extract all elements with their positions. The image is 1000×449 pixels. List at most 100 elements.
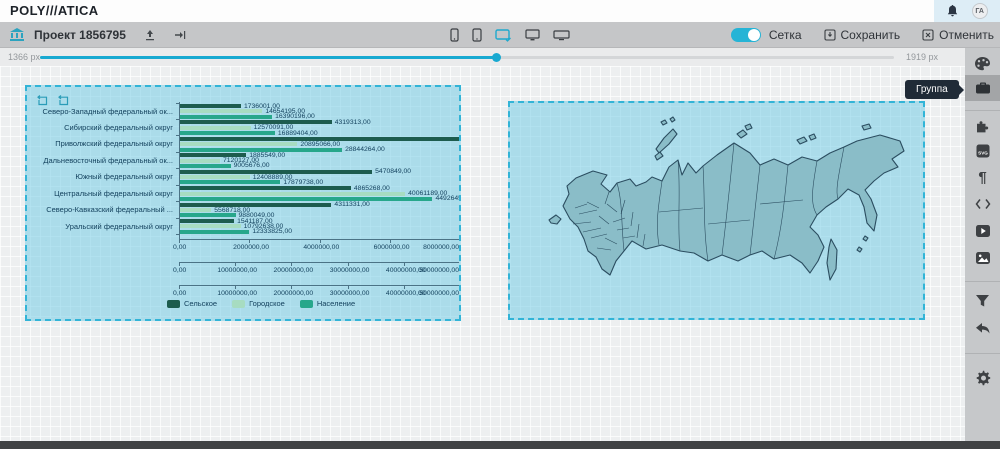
- bar-chart-widget[interactable]: Северо-Западный федеральный ок...1736001…: [25, 85, 461, 321]
- app-header: POLY///ATICA ГА: [0, 0, 1000, 22]
- undo-reply-icon[interactable]: [965, 316, 1000, 340]
- designer-toolbar: Проект 1856795: [0, 22, 1000, 48]
- filter-icon[interactable]: [965, 289, 1000, 313]
- value-axis-label: 20000000,00: [274, 290, 314, 298]
- value-axis-tick: [179, 262, 180, 266]
- value-axis-tick: [348, 285, 349, 289]
- legend-item: Городское: [232, 299, 285, 308]
- category-label: Уральский федеральный округ: [27, 222, 173, 232]
- data-bar: [180, 175, 250, 179]
- publish-upload-icon[interactable]: [144, 29, 156, 41]
- legend-item: Население: [300, 299, 355, 308]
- widget-palette-sidebar: SVG ¶: [965, 48, 1000, 449]
- data-bar: [180, 197, 432, 201]
- bar-value-label: 4319313,00: [335, 119, 371, 127]
- group-widget-icon[interactable]: [965, 75, 1000, 101]
- value-axis-label: 50000000,00: [419, 267, 459, 275]
- sidebar-divider: [965, 110, 1000, 111]
- device-desktop-icon[interactable]: [525, 28, 540, 42]
- cancel-icon: [922, 29, 934, 41]
- category-axis-tick: [176, 234, 179, 235]
- project-bank-icon[interactable]: [9, 28, 25, 42]
- puzzle-widget-icon[interactable]: [965, 115, 1000, 139]
- data-bar: [180, 131, 275, 135]
- image-widget-icon[interactable]: [965, 246, 1000, 270]
- category-axis-tick: [176, 119, 179, 120]
- category-label: Северо-Западный федеральный ок...: [27, 107, 173, 117]
- svg-widget-icon[interactable]: SVG: [965, 139, 1000, 163]
- device-preview-switcher: [450, 22, 570, 48]
- svg-text:SVG: SVG: [978, 151, 988, 156]
- value-axis-label: 0,00: [173, 290, 186, 298]
- data-bar: [180, 230, 249, 234]
- category-label: Центральный федеральный округ: [27, 189, 173, 199]
- russia-map-widget[interactable]: [508, 101, 925, 320]
- grid-toggle[interactable]: [731, 28, 761, 42]
- width-slider-handle[interactable]: [492, 53, 501, 62]
- data-bar: [180, 164, 231, 168]
- device-phone-large-icon[interactable]: [472, 28, 482, 42]
- category-axis-tick: [176, 135, 179, 136]
- width-slider-track[interactable]: [40, 56, 894, 59]
- value-axis-line: [179, 262, 460, 263]
- device-widescreen-icon[interactable]: [553, 28, 570, 42]
- value-axis-tick: [390, 239, 391, 243]
- category-axis-tick: [176, 201, 179, 202]
- value-axis-label: 0,00: [173, 244, 186, 252]
- data-bar: [180, 115, 272, 119]
- legend-swatch: [232, 300, 245, 308]
- value-axis-label: 8000000,00: [423, 244, 459, 252]
- settings-gear-icon[interactable]: [965, 366, 1000, 390]
- ruler-max-label: 1919 px: [906, 52, 938, 62]
- value-axis-tick: [320, 239, 321, 243]
- category-axis-line: [179, 102, 180, 241]
- legend-label: Население: [317, 299, 355, 308]
- canvas-width-ruler: 1366 px 1919 px: [0, 48, 965, 66]
- data-bar: [180, 159, 220, 163]
- bar-value-label: 44926457,00: [435, 195, 461, 203]
- data-bar: [180, 213, 236, 217]
- dashboard-canvas[interactable]: Северо-Западный федеральный ок...1736001…: [0, 66, 965, 441]
- category-axis-tick: [176, 103, 179, 104]
- legend-item: Сельское: [167, 299, 217, 308]
- bar-value-label: 12333825,00: [252, 228, 292, 236]
- bar-value-label: 5470849,00: [375, 168, 411, 176]
- value-axis-label: 0,00: [173, 267, 186, 275]
- data-bar: [180, 186, 351, 190]
- value-axis-tick: [460, 285, 461, 289]
- russia-map: [513, 104, 923, 319]
- value-axis-tick: [235, 285, 236, 289]
- data-bar: [180, 192, 405, 196]
- project-title: Проект 1856795: [34, 28, 126, 42]
- value-axis-label: 20000000,00: [274, 267, 314, 275]
- grid-toggle-label: Сетка: [769, 28, 802, 42]
- cancel-button[interactable]: Отменить: [922, 28, 994, 42]
- value-axis-tick: [291, 285, 292, 289]
- palette-icon[interactable]: [965, 51, 1000, 75]
- data-bar: [180, 109, 262, 113]
- notifications-bell-icon[interactable]: [946, 4, 959, 18]
- collapse-panel-icon[interactable]: [174, 29, 186, 41]
- bar-value-label: 28844264,00: [345, 146, 385, 154]
- code-widget-icon[interactable]: [965, 192, 1000, 216]
- value-axis-label: 2000000,00: [233, 244, 269, 252]
- value-axis-line: [179, 285, 460, 286]
- category-axis-tick: [176, 152, 179, 153]
- value-axis-tick: [291, 262, 292, 266]
- text-paragraph-widget-icon[interactable]: ¶: [965, 165, 1000, 189]
- video-widget-icon[interactable]: [965, 219, 1000, 243]
- save-icon: [824, 29, 836, 41]
- value-axis-tick: [249, 239, 250, 243]
- bar-value-label: 4311331,00: [334, 201, 369, 209]
- category-label: Северо-Кавказский федеральный ...: [27, 205, 173, 215]
- value-axis-tick: [179, 285, 180, 289]
- bar-chart-plot: Северо-Западный федеральный ок...1736001…: [27, 87, 461, 321]
- category-axis-tick: [176, 185, 179, 186]
- value-axis-label: 10000000,00: [217, 290, 257, 298]
- save-button[interactable]: Сохранить: [824, 28, 901, 42]
- value-axis-tick: [460, 239, 461, 243]
- device-phone-small-icon[interactable]: [450, 28, 459, 42]
- value-axis-tick: [348, 262, 349, 266]
- user-avatar[interactable]: ГА: [972, 3, 988, 19]
- device-tablet-selected-icon[interactable]: [495, 28, 512, 42]
